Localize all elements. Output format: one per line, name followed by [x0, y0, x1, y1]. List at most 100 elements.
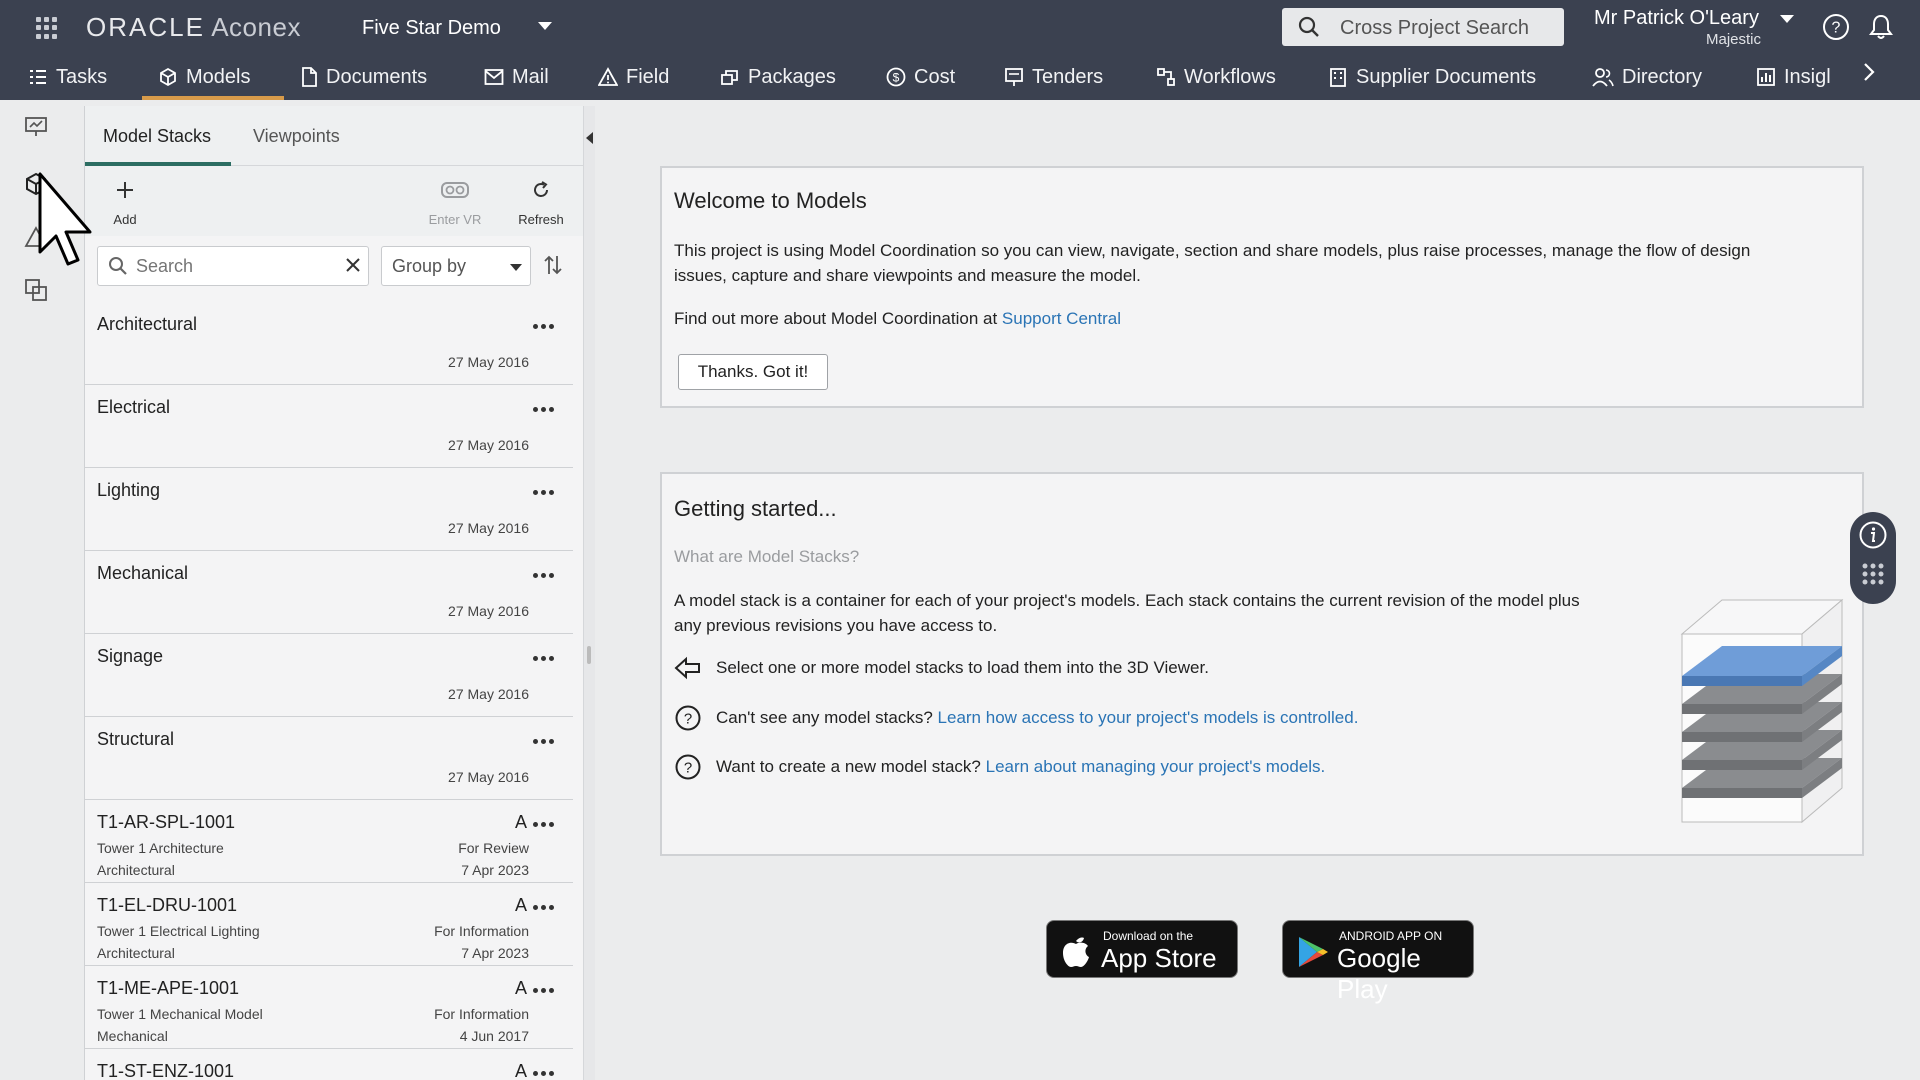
more-options-icon[interactable] — [533, 656, 561, 664]
nav-cost[interactable]: $ Cost — [886, 54, 955, 100]
building-icon — [1330, 68, 1346, 87]
nav-label: Cost — [914, 65, 956, 88]
nav-label: Workflows — [1184, 65, 1276, 88]
app-store-big: App Store — [1101, 943, 1217, 973]
group-by-select[interactable]: Group by — [381, 246, 531, 286]
more-options-icon[interactable] — [533, 988, 561, 996]
brand-oracle: ORACLE — [86, 12, 205, 42]
stack-list: Architectural 27 May 2016 Electrical 27 … — [85, 302, 583, 1080]
dial-pad-icon[interactable] — [1861, 562, 1885, 594]
more-options-icon[interactable] — [533, 905, 561, 913]
revision: A — [514, 895, 527, 915]
stack-name: Lighting — [97, 480, 161, 500]
learn-access-link[interactable]: Learn how access to your project's model… — [938, 708, 1359, 727]
revision: A — [514, 1061, 527, 1080]
info-widget[interactable] — [1850, 512, 1896, 604]
google-play-badge[interactable]: ANDROID APP ON Google Play — [1282, 920, 1474, 1004]
thanks-got-it-button[interactable]: Thanks. Got it! — [678, 354, 828, 390]
warning-triangle-icon — [598, 67, 618, 86]
nav-label: Directory — [1622, 65, 1703, 88]
list-item[interactable]: Structural 27 May 2016 — [85, 717, 573, 800]
list-item[interactable]: T1-ST-ENZ-1001 A — [85, 1049, 573, 1080]
chevron-down-icon[interactable] — [1780, 15, 1794, 23]
list-item[interactable]: Architectural 27 May 2016 — [85, 302, 573, 385]
list-item[interactable]: Electrical 27 May 2016 — [85, 385, 573, 468]
list-item[interactable]: T1-ME-APE-1001 A Tower 1 Mechanical Mode… — [85, 966, 573, 1049]
vr-headset-icon — [441, 182, 469, 198]
support-central-link[interactable]: Support Central — [1002, 309, 1121, 328]
nav-field[interactable]: Field — [598, 54, 669, 100]
enter-vr-label: Enter VR — [428, 212, 482, 227]
app-grid-icon[interactable] — [36, 17, 58, 39]
list-item[interactable]: Lighting 27 May 2016 — [85, 468, 573, 551]
cross-project-search[interactable]: Cross Project Search — [1282, 8, 1564, 46]
layers-icon[interactable] — [24, 278, 48, 302]
list-item[interactable]: Mechanical 27 May 2016 — [85, 551, 573, 634]
nav-tasks[interactable]: Tasks — [28, 54, 107, 100]
more-options-icon[interactable] — [533, 822, 561, 830]
tab-model-stacks[interactable]: Model Stacks — [103, 126, 211, 147]
welcome-find-out: Find out more about Model Coordination a… — [674, 306, 1121, 331]
tasks-icon — [30, 70, 46, 84]
tab-viewpoints[interactable]: Viewpoints — [253, 126, 340, 147]
google-play-small: ANDROID APP ON — [1339, 929, 1443, 943]
more-options-icon[interactable] — [533, 324, 561, 332]
list-item[interactable]: T1-AR-SPL-1001 A Tower 1 Architecture Fo… — [85, 800, 573, 883]
model-stacks-question: What are Model Stacks? — [674, 547, 860, 566]
cube-icon — [160, 67, 176, 87]
more-options-icon[interactable] — [533, 573, 561, 581]
model-date: 7 Apr 2023 — [461, 945, 529, 961]
svg-text:$: $ — [893, 71, 900, 85]
bell-icon[interactable] — [1868, 13, 1894, 41]
tip-2-text: Can't see any model stacks? — [716, 708, 938, 727]
more-options-icon[interactable] — [533, 739, 561, 747]
resize-handle[interactable] — [587, 646, 591, 664]
nav-mail[interactable]: Mail — [484, 54, 549, 100]
help-icon[interactable]: ? — [1822, 13, 1850, 41]
google-play-icon — [1299, 937, 1328, 967]
welcome-body-line-1: This project is using Model Coordination… — [674, 241, 1751, 260]
chevron-right-icon[interactable] — [1862, 62, 1876, 82]
more-options-icon[interactable] — [533, 407, 561, 415]
more-options-icon[interactable] — [533, 490, 561, 498]
nav-directory[interactable]: Directory — [1592, 54, 1702, 100]
nav-insights[interactable]: Insigl — [1756, 54, 1831, 100]
more-options-icon[interactable] — [533, 1071, 561, 1079]
collapse-panel-button[interactable] — [583, 106, 595, 1080]
brand-logo[interactable]: ORACLE Aconex — [86, 12, 301, 43]
refresh-button[interactable]: Refresh — [501, 166, 581, 236]
stack-date: 27 May 2016 — [448, 603, 529, 619]
svg-text:?: ? — [684, 711, 692, 728]
nav-packages[interactable]: Packages — [720, 54, 836, 100]
close-icon[interactable] — [344, 256, 362, 274]
nav-workflows[interactable]: Workflows — [1156, 54, 1276, 100]
nav-documents[interactable]: Documents — [300, 54, 427, 100]
learn-managing-link[interactable]: Learn about managing your project's mode… — [986, 757, 1326, 776]
model-name: T1-ME-APE-1001 — [97, 978, 240, 998]
project-selector[interactable]: Five Star Demo — [362, 17, 501, 40]
stack-name: Signage — [97, 646, 164, 666]
list-item[interactable]: Signage 27 May 2016 — [85, 634, 573, 717]
enter-vr-button[interactable]: Enter VR — [415, 166, 495, 236]
group-by-label: Group by — [392, 256, 467, 276]
sort-icon[interactable] — [543, 254, 563, 276]
info-icon[interactable] — [1858, 520, 1888, 550]
model-stack-desc-line-2: any previous revisions you have access t… — [674, 616, 998, 635]
model-status: For Information — [434, 923, 529, 939]
list-item[interactable]: T1-EL-DRU-1001 A Tower 1 Electrical Ligh… — [85, 883, 573, 966]
arrow-left-icon — [674, 656, 700, 680]
model-status: For Information — [434, 1006, 529, 1022]
presentation-icon[interactable] — [24, 116, 48, 138]
nav-tenders[interactable]: Tenders — [1004, 54, 1103, 100]
chevron-down-icon[interactable] — [538, 22, 552, 30]
nav-models[interactable]: Models — [141, 54, 286, 100]
stack-date: 27 May 2016 — [448, 520, 529, 536]
svg-text:?: ? — [684, 760, 692, 777]
nav-supplier-documents[interactable]: Supplier Documents — [1328, 54, 1536, 100]
tip-1-text: Select one or more model stacks to load … — [716, 658, 1209, 677]
app-store-badge[interactable]: Download on the App Store — [1046, 920, 1238, 978]
tip-access: ? Can't see any model stacks? Learn how … — [674, 704, 1358, 732]
user-menu[interactable]: Mr Patrick O'Leary — [1594, 7, 1759, 30]
packages-icon — [721, 70, 738, 85]
search-input[interactable] — [136, 247, 336, 285]
